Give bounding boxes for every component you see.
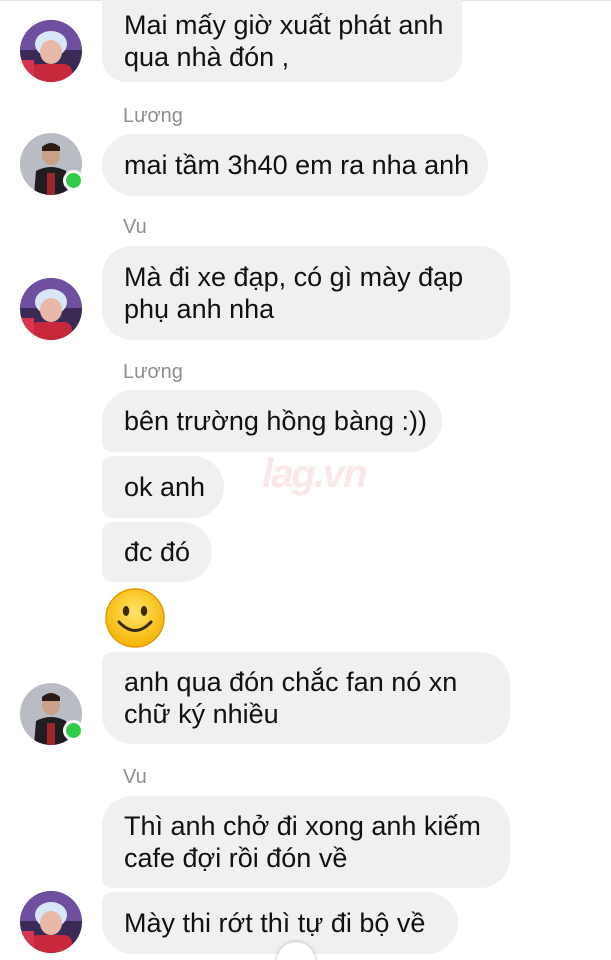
message-line: mai tầm 3h40 em ra nha anh xyxy=(124,150,470,180)
watermark: lag.vn xyxy=(262,452,368,496)
message-bubble[interactable]: Mai mấy giờ xuất phát anh qua nhà đón , xyxy=(102,0,462,82)
online-status-icon xyxy=(63,720,84,741)
sender-name: Vu xyxy=(123,766,147,788)
avatar-vu[interactable] xyxy=(20,278,82,340)
message-line: phụ anh nha xyxy=(124,294,275,324)
message-bubble[interactable]: ok anh xyxy=(102,456,224,518)
avatar-vu[interactable] xyxy=(20,891,82,953)
sender-name: Lương xyxy=(123,105,183,127)
message-bubble[interactable]: Mà đi xe đạp, có gì mày đạp phụ anh nha xyxy=(102,246,510,340)
message-line: bên trường hồng bàng :)) xyxy=(124,406,427,436)
message-line: Mày thi rớt thì tự đi bộ về xyxy=(124,908,426,938)
message-line: Mà đi xe đạp, có gì mày đạp xyxy=(124,262,464,292)
message-line: đc đó xyxy=(124,537,191,567)
avatar-luong[interactable] xyxy=(20,683,84,745)
sender-name: Lương xyxy=(123,361,183,383)
chat-thread: Mai mấy giờ xuất phát anh qua nhà đón , … xyxy=(0,0,611,960)
message-line: anh qua đón chắc fan nó xn xyxy=(124,667,458,697)
avatar-vu-image xyxy=(20,278,82,340)
message-line: Mai mấy giờ xuất phát anh xyxy=(124,10,444,40)
message-bubble[interactable]: bên trường hồng bàng :)) xyxy=(102,390,442,452)
message-bubble[interactable]: anh qua đón chắc fan nó xn chữ ký nhiều xyxy=(102,652,510,744)
message-line: ok anh xyxy=(124,472,206,502)
avatar-vu-image xyxy=(20,20,82,82)
avatar-vu[interactable] xyxy=(20,20,82,82)
avatar-luong[interactable] xyxy=(20,133,84,195)
message-line: chữ ký nhiều xyxy=(124,699,279,729)
message-bubble[interactable]: mai tầm 3h40 em ra nha anh xyxy=(102,134,488,196)
smiling-face-emoji[interactable] xyxy=(104,587,166,649)
message-line: Thì anh chở đi xong anh kiếm xyxy=(124,811,481,841)
message-bubble[interactable]: đc đó xyxy=(102,522,212,582)
sender-name: Vu xyxy=(123,216,147,238)
online-status-icon xyxy=(63,170,84,191)
message-bubble[interactable]: Mày thi rớt thì tự đi bộ về xyxy=(102,892,458,954)
message-line: qua nhà đón , xyxy=(124,42,290,72)
message-line: cafe đợi rồi đón về xyxy=(124,843,348,873)
message-bubble[interactable]: Thì anh chở đi xong anh kiếm cafe đợi rồ… xyxy=(102,796,510,888)
avatar-vu-image xyxy=(20,891,82,953)
